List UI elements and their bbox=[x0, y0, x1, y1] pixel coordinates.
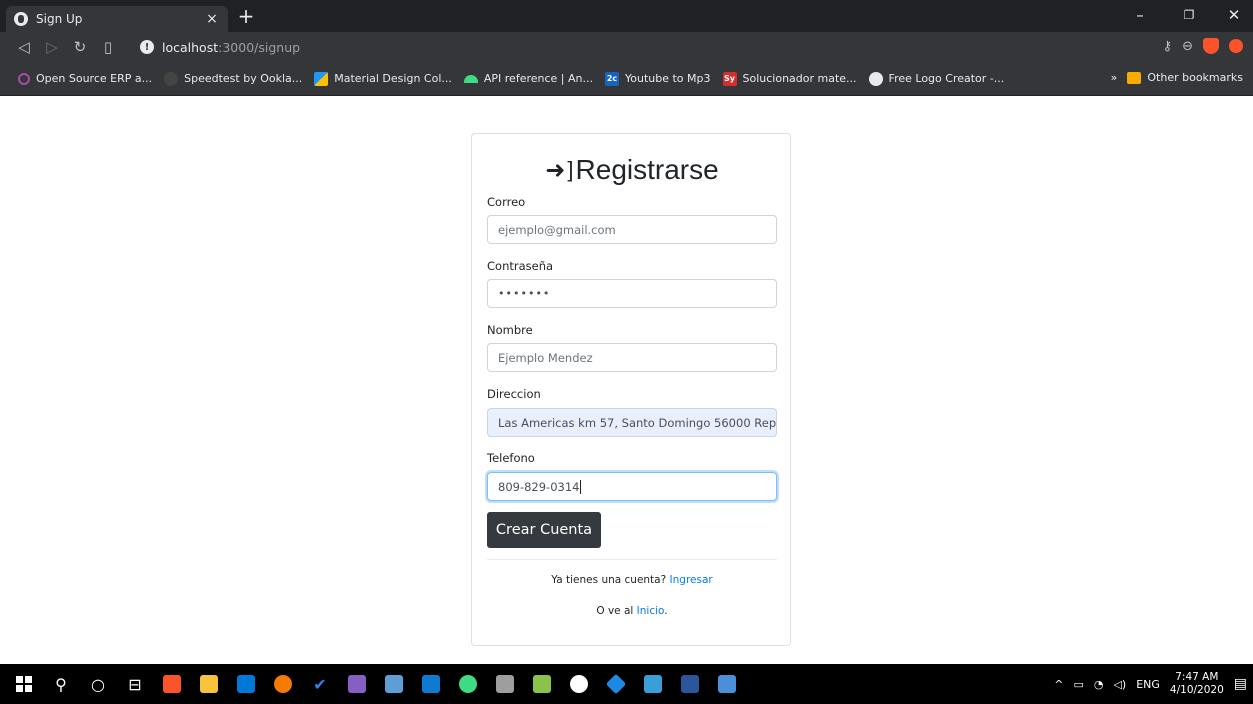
globe-icon bbox=[868, 71, 883, 86]
vscode-icon[interactable] bbox=[415, 668, 447, 700]
key-icon[interactable]: ⚷ bbox=[1163, 39, 1173, 54]
tab-title: Sign Up bbox=[36, 12, 83, 26]
tab-sign-up[interactable]: Sign Up × bbox=[6, 6, 228, 32]
name-label: Nombre bbox=[487, 323, 533, 337]
create-account-button[interactable]: Crear Cuenta bbox=[487, 512, 601, 548]
clock-time: 7:47 AM bbox=[1175, 671, 1219, 683]
wifi-icon[interactable]: ◔ bbox=[1094, 678, 1104, 691]
bookmarks-overflow-icon[interactable]: » bbox=[1111, 71, 1118, 84]
phone-label: Telefono bbox=[487, 451, 535, 465]
minimize-button[interactable]: – bbox=[1128, 6, 1152, 24]
browser-toolbar: ◁ ▷ ↻ ▯ ! localhost:3000/signup ⚷ ⊖ bbox=[0, 32, 1253, 62]
solver-icon: Sy bbox=[722, 71, 737, 86]
phone-value: 809-829-0314 bbox=[498, 479, 580, 494]
login-prompt: Ya tienes una cuenta? Ingresar bbox=[551, 574, 713, 586]
chevron-up-icon[interactable]: ^ bbox=[1054, 678, 1063, 691]
password-label: Contraseña bbox=[487, 259, 554, 273]
close-window-button[interactable]: ✕ bbox=[1222, 6, 1246, 24]
address-label: Direccion bbox=[487, 387, 541, 401]
page-title: ➜] Registrarse bbox=[545, 154, 719, 185]
material-icon bbox=[314, 71, 329, 86]
url-host: localhost bbox=[162, 39, 219, 55]
music-icon[interactable] bbox=[267, 668, 299, 700]
brave-icon[interactable] bbox=[156, 668, 188, 700]
bookmark-item[interactable]: 2c Youtube to Mp3 bbox=[604, 71, 711, 86]
windows-start-icon[interactable] bbox=[8, 668, 40, 700]
search-icon[interactable]: ⚲ bbox=[45, 668, 77, 700]
database-icon[interactable] bbox=[489, 668, 521, 700]
yt-mp3-icon: 2c bbox=[604, 71, 619, 86]
notification-icon[interactable]: ▤ bbox=[1234, 676, 1247, 692]
back-icon[interactable]: ◁ bbox=[12, 35, 36, 59]
system-tray: ^ ▭ ◔ ◁) ENG 7:47 AM 4/10/2020 ▤ bbox=[1054, 664, 1247, 704]
address-bar[interactable]: ! localhost:3000/signup bbox=[140, 35, 1110, 59]
bookmark-item[interactable]: Speedtest by Ookla... bbox=[164, 71, 302, 86]
git-icon[interactable] bbox=[600, 668, 632, 700]
speedtest-icon bbox=[164, 71, 179, 86]
door-icon: ] bbox=[567, 157, 574, 182]
bookmarks-bar: Open Source ERP a... Speedtest by Ookla.… bbox=[0, 62, 1253, 96]
name-field[interactable]: Ejemplo Mendez bbox=[487, 343, 777, 372]
cortana-icon[interactable]: ○ bbox=[82, 668, 114, 700]
url-path: :3000/signup bbox=[218, 39, 301, 55]
phone-field[interactable]: 809-829-0314 bbox=[487, 472, 777, 501]
home-link[interactable]: Inicio bbox=[637, 605, 665, 617]
email-field[interactable]: ejemplo@gmail.com bbox=[487, 215, 777, 244]
mongodb-icon[interactable] bbox=[563, 668, 595, 700]
folder-icon bbox=[1127, 71, 1142, 84]
notepad-icon[interactable] bbox=[378, 668, 410, 700]
zoom-icon[interactable]: ⊖ bbox=[1182, 39, 1193, 54]
tab-close-icon[interactable]: × bbox=[204, 11, 220, 27]
reload-icon[interactable]: ↻ bbox=[68, 35, 92, 59]
file-explorer-icon[interactable] bbox=[193, 668, 225, 700]
password-field[interactable]: ••••••• bbox=[487, 279, 777, 308]
taskbar: ⚲ ○ ⊟ ✔ ^ ▭ ◔ ◁) ENG 7:47 AM 4/10/2020 ▤ bbox=[0, 664, 1253, 704]
battery-icon[interactable]: ▭ bbox=[1073, 678, 1083, 691]
android-studio-icon[interactable] bbox=[452, 668, 484, 700]
bookmark-item[interactable]: Open Source ERP a... bbox=[18, 72, 152, 85]
info-icon[interactable]: ! bbox=[140, 40, 154, 54]
clock-date: 4/10/2020 bbox=[1169, 684, 1224, 696]
language-indicator[interactable]: ENG bbox=[1136, 678, 1160, 691]
sign-in-icon: ➜ bbox=[545, 156, 566, 184]
signup-card: ➜] Registrarse Correo ejemplo@gmail.com C… bbox=[471, 133, 791, 646]
mail-icon[interactable] bbox=[230, 668, 262, 700]
bookmark-item[interactable]: Sy Solucionador mate... bbox=[722, 71, 857, 86]
other-bookmarks[interactable]: Other bookmarks bbox=[1127, 71, 1243, 84]
bookmark-icon[interactable]: ▯ bbox=[96, 35, 120, 59]
address-field[interactable]: Las Americas km 57, Santo Domingo 56000 … bbox=[487, 408, 777, 437]
photos-icon[interactable] bbox=[526, 668, 558, 700]
new-tab-button[interactable]: + bbox=[236, 6, 256, 26]
divider bbox=[487, 559, 777, 560]
android-icon bbox=[463, 74, 478, 83]
home-prompt: O ve al Inicio. bbox=[596, 605, 668, 617]
globe-icon bbox=[14, 12, 28, 26]
forward-icon[interactable]: ▷ bbox=[40, 35, 64, 59]
email-label: Correo bbox=[487, 195, 526, 209]
visual-studio-icon[interactable] bbox=[341, 668, 373, 700]
todo-icon[interactable]: ✔ bbox=[304, 668, 336, 700]
task-view-icon[interactable]: ⊟ bbox=[119, 668, 151, 700]
brave-rewards-icon[interactable] bbox=[1229, 39, 1243, 53]
login-link[interactable]: Ingresar bbox=[670, 574, 713, 586]
text-caret bbox=[580, 479, 582, 494]
erp-icon bbox=[18, 72, 30, 85]
word-icon[interactable] bbox=[674, 668, 706, 700]
app-window-icon[interactable] bbox=[711, 668, 743, 700]
volume-icon[interactable]: ◁) bbox=[1113, 678, 1126, 691]
bookmark-item[interactable]: Free Logo Creator -... bbox=[868, 71, 1004, 86]
bookmark-item[interactable]: API reference | An... bbox=[463, 72, 593, 85]
clock[interactable]: 7:47 AM 4/10/2020 bbox=[1170, 671, 1224, 697]
tab-strip: Sign Up × + – ❐ ✕ bbox=[0, 0, 1253, 32]
visio-icon[interactable] bbox=[637, 668, 669, 700]
bookmark-item[interactable]: Material Design Col... bbox=[314, 71, 452, 86]
restore-button[interactable]: ❐ bbox=[1177, 8, 1201, 22]
brave-shield-icon[interactable] bbox=[1203, 38, 1219, 54]
